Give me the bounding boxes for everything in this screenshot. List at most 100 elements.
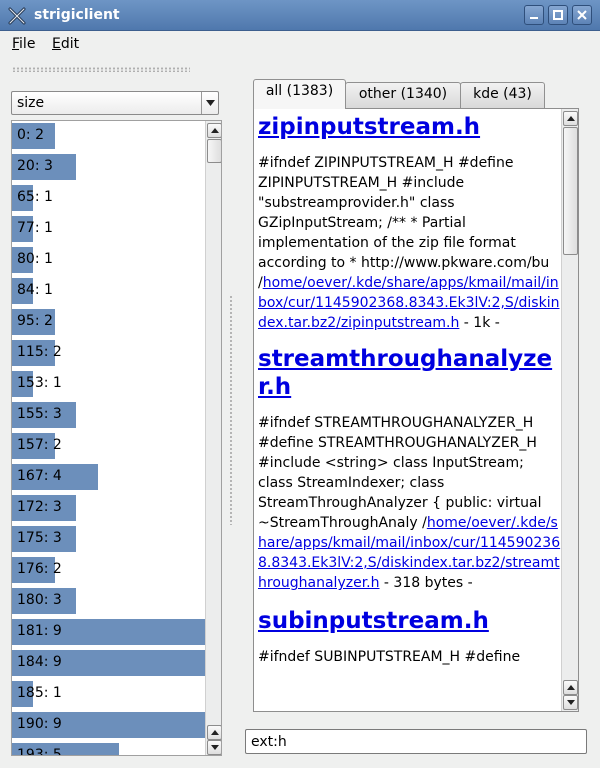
results-scroll-thumb[interactable] xyxy=(563,127,578,255)
menu-edit-label: dit xyxy=(60,36,80,52)
histogram-row[interactable]: 193: 5 xyxy=(12,741,205,756)
histogram-row[interactable]: 181: 9 xyxy=(12,617,205,648)
histogram-label: 157: 2 xyxy=(17,437,62,453)
histogram-scroll-up-button-bottom[interactable] xyxy=(207,725,221,740)
histogram-label: 190: 9 xyxy=(17,716,62,732)
maximize-icon xyxy=(553,10,563,20)
results-scrollbar[interactable] xyxy=(561,109,578,711)
menu-file-label: ile xyxy=(19,36,36,52)
menu-bar: File Edit xyxy=(0,32,600,56)
histogram-row[interactable]: 20: 3 xyxy=(12,152,205,183)
histogram-label: 95: 2 xyxy=(17,313,53,329)
histogram-label: 193: 5 xyxy=(17,747,62,756)
tab-all[interactable]: all (1383) xyxy=(253,79,346,109)
results-scroll-up-button-bottom[interactable] xyxy=(563,680,578,695)
chevron-down-icon xyxy=(206,100,215,106)
facet-select[interactable]: size xyxy=(11,91,219,115)
result-item: streamthroughanalyzer.h #ifndef STREAMTH… xyxy=(258,345,562,593)
histogram-label: 172: 3 xyxy=(17,499,62,515)
histogram-row[interactable]: 155: 3 xyxy=(12,400,205,431)
result-title-link[interactable]: streamthroughanalyzer.h xyxy=(258,345,562,401)
tab-all-label: all (1383) xyxy=(265,83,334,99)
app-x-icon xyxy=(8,7,26,25)
facet-select-dropdown[interactable] xyxy=(201,92,218,114)
result-snippet-text: #ifndef ZIPINPUTSTREAM_H #define ZIPINPU… xyxy=(258,155,550,291)
histogram-row[interactable]: 176: 2 xyxy=(12,555,205,586)
histogram-list: 0: 2 20: 3 65: 1 77: 1 80: 1 84: 1 95: 2 115: 2… xyxy=(12,121,205,756)
result-snippet-text: #ifndef STREAMTHROUGHANALYZER_H #define … xyxy=(258,415,542,531)
histogram-label: 65: 1 xyxy=(17,189,53,205)
results-view: zipinputstream.h #ifndef ZIPINPUTSTREAM_… xyxy=(253,108,579,712)
minimize-icon xyxy=(530,17,538,19)
title-bar[interactable]: strigiclient xyxy=(0,0,600,31)
arrow-down-icon xyxy=(211,745,219,750)
histogram-label: 0: 2 xyxy=(17,127,44,143)
arrow-down-icon xyxy=(567,700,575,705)
histogram-label: 176: 2 xyxy=(17,561,62,577)
histogram-row[interactable]: 172: 3 xyxy=(12,493,205,524)
histogram-row[interactable]: 185: 1 xyxy=(12,679,205,710)
results-scroll-down-button[interactable] xyxy=(563,695,578,710)
histogram-row[interactable]: 0: 2 xyxy=(12,121,205,152)
tab-other[interactable]: other (1340) xyxy=(345,82,461,108)
arrow-up-icon xyxy=(567,685,575,690)
menu-file-mnemonic: F xyxy=(12,36,20,52)
histogram-label: 184: 9 xyxy=(17,654,62,670)
result-path-link[interactable]: home/oever/.kde/share/apps/kmail/mail/in… xyxy=(258,275,559,331)
histogram-label: 180: 3 xyxy=(17,592,62,608)
histogram-label: 155: 3 xyxy=(17,406,62,422)
histogram-row[interactable]: 190: 9 xyxy=(12,710,205,741)
histogram-row[interactable]: 180: 3 xyxy=(12,586,205,617)
histogram-scroll-up-button[interactable] xyxy=(207,123,221,138)
histogram-row[interactable]: 95: 2 xyxy=(12,307,205,338)
result-snippet-text: #ifndef SUBINPUTSTREAM_H #define xyxy=(258,649,521,665)
histogram-row[interactable]: 184: 9 xyxy=(12,648,205,679)
menu-file[interactable]: File xyxy=(12,36,35,52)
tab-kde-label: kde (43) xyxy=(473,86,532,102)
tab-other-label: other (1340) xyxy=(358,86,448,102)
close-button[interactable] xyxy=(572,5,592,25)
histogram-row[interactable]: 115: 2 xyxy=(12,338,205,369)
histogram-label: 153: 1 xyxy=(17,375,62,391)
arrow-up-icon xyxy=(211,128,219,133)
menu-edit-mnemonic: E xyxy=(52,36,61,52)
result-title-link[interactable]: zipinputstream.h xyxy=(258,113,562,141)
histogram-row[interactable]: 84: 1 xyxy=(12,276,205,307)
histogram-label: 167: 4 xyxy=(17,468,62,484)
histogram-row[interactable]: 80: 1 xyxy=(12,245,205,276)
histogram-label: 115: 2 xyxy=(17,344,62,360)
histogram-label: 20: 3 xyxy=(17,158,53,174)
arrow-up-icon xyxy=(567,116,575,121)
results-scroll-up-button[interactable] xyxy=(563,111,578,126)
histogram-scroll-down-button[interactable] xyxy=(207,740,221,755)
window-title: strigiclient xyxy=(34,7,120,23)
minimize-button[interactable] xyxy=(524,5,544,25)
result-item: subinputstream.h #ifndef SUBINPUTSTREAM_… xyxy=(258,607,562,667)
menu-edit[interactable]: Edit xyxy=(52,36,79,52)
histogram-label: 77: 1 xyxy=(17,220,53,236)
histogram-label: 80: 1 xyxy=(17,251,53,267)
histogram-scrollbar[interactable] xyxy=(205,121,221,755)
histogram-row[interactable]: 153: 1 xyxy=(12,369,205,400)
histogram-row[interactable]: 65: 1 xyxy=(12,183,205,214)
search-input[interactable] xyxy=(245,729,587,754)
result-snippet: #ifndef ZIPINPUTSTREAM_H #define ZIPINPU… xyxy=(258,153,562,333)
toolbar-grip[interactable] xyxy=(12,67,190,72)
histogram-label: 185: 1 xyxy=(17,685,62,701)
result-snippet: #ifndef SUBINPUTSTREAM_H #define xyxy=(258,647,562,667)
result-title-link[interactable]: subinputstream.h xyxy=(258,607,562,635)
pane-splitter[interactable] xyxy=(230,295,232,525)
maximize-button[interactable] xyxy=(548,5,568,25)
histogram-scroll-thumb[interactable] xyxy=(207,139,221,163)
close-icon xyxy=(577,10,587,20)
result-snippet: #ifndef STREAMTHROUGHANALYZER_H #define … xyxy=(258,413,562,593)
histogram-row[interactable]: 77: 1 xyxy=(12,214,205,245)
histogram-label: 84: 1 xyxy=(17,282,53,298)
histogram-row[interactable]: 175: 3 xyxy=(12,524,205,555)
histogram-row[interactable]: 167: 4 xyxy=(12,462,205,493)
histogram-row[interactable]: 157: 2 xyxy=(12,431,205,462)
histogram-label: 181: 9 xyxy=(17,623,62,639)
histogram-label: 175: 3 xyxy=(17,530,62,546)
tab-kde[interactable]: kde (43) xyxy=(460,82,545,108)
result-item: zipinputstream.h #ifndef ZIPINPUTSTREAM_… xyxy=(258,113,562,333)
